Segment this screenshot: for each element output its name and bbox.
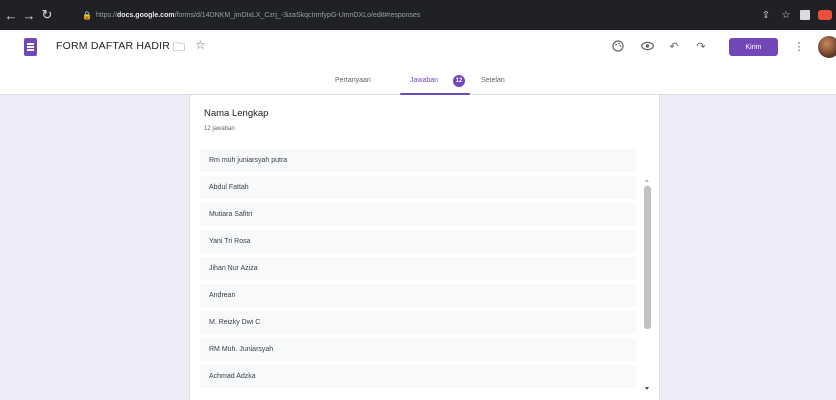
google-forms-icon[interactable] [24,38,37,56]
list-item: Jihan Nur Aziza [200,257,636,280]
list-item: Mutiara Safitri [200,203,636,226]
palette-icon[interactable] [611,39,625,53]
back-arrow-icon[interactable]: ← [2,0,20,30]
tab-questions[interactable]: Pertanyaan [335,77,371,84]
question-title: Nama Lengkap [204,108,269,119]
scroll-track[interactable] [644,186,651,389]
reload-icon[interactable]: ↻ [38,0,56,30]
tab-settings[interactable]: Setelan [481,77,505,84]
bookmark-star-icon[interactable]: ☆ [776,0,796,30]
url-path: /forms/d/14DNKM_jmDIxLX_Czrj_-3izaSkqcIr… [174,11,421,19]
share-icon[interactable]: ⇪ [756,0,776,30]
forms-header: FORM DAFTAR HADIR 🗀 ☆ ↶ ↷ Kirim ⋮ Pertan… [0,30,836,95]
star-icon[interactable]: ☆ [195,38,206,52]
forward-arrow-icon[interactable]: → [20,0,38,30]
extension-icon[interactable] [800,10,810,20]
scroll-down-icon[interactable] [645,387,649,390]
lock-icon: 🔒 [82,10,92,20]
list-item: Andrean [200,284,636,307]
tab-responses[interactable]: Jawaban [410,77,438,84]
response-count: 12 jawaban [204,126,235,132]
undo-icon[interactable]: ↶ [667,39,681,53]
scroll-thumb[interactable] [644,186,651,329]
url-scheme: https:// [96,11,118,19]
extension-icon[interactable] [818,10,832,20]
question-response-card: Nama Lengkap 12 jawaban Rm muh juniarsya… [189,95,660,400]
list-item: Abdul Fattah [200,176,636,199]
answers-list: Rm muh juniarsyah putra Abdul Fattah Mut… [200,149,636,392]
more-vert-icon[interactable]: ⋮ [792,39,806,53]
scroll-up-icon[interactable] [645,179,649,182]
browser-toolbar: ← → ↻ 🔒 https://docs.google.com/forms/d/… [0,0,836,30]
responses-count-badge: 12 [453,75,465,87]
avatar[interactable] [818,36,836,58]
form-title[interactable]: FORM DAFTAR HADIR [56,40,170,52]
form-tabs: Pertanyaan Jawaban 12 Setelan [0,74,836,95]
eye-icon[interactable] [640,39,654,53]
list-item: RM Muh. Juniarsyah [200,338,636,361]
send-button[interactable]: Kirim [729,38,778,56]
list-item: Yani Tri Rosa [200,230,636,253]
redo-icon[interactable]: ↷ [694,39,708,53]
list-item: Rm muh juniarsyah putra [200,149,636,172]
address-bar[interactable]: 🔒 https://docs.google.com/forms/d/14DNKM… [82,7,502,23]
scrollbar[interactable] [643,179,652,397]
url-domain: docs.google.com [117,11,175,19]
list-item: M. Reizky Dwi C [200,311,636,334]
list-item: Achmad Adzka [200,365,636,388]
folder-icon[interactable]: 🗀 [173,38,185,59]
